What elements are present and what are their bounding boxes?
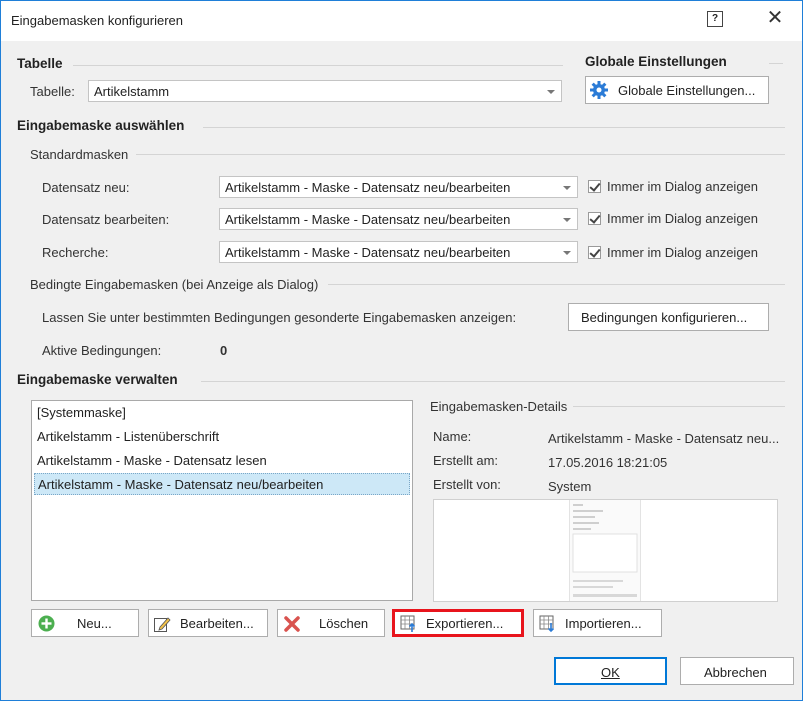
recherche-value: Artikelstamm - Maske - Datensatz neu/bea… [225, 245, 511, 260]
section-title-verwalten: Eingabemaske verwalten [17, 372, 178, 387]
gear-icon [589, 80, 609, 103]
bedingungen-konfigurieren-button[interactable]: Bedingungen konfigurieren... [568, 303, 769, 331]
datensatz-bearbeiten-label: Datensatz bearbeiten: [42, 212, 170, 227]
edit-icon [153, 615, 171, 636]
aktive-bedingungen-label: Aktive Bedingungen: [42, 343, 162, 358]
tabelle-label: Tabelle: [30, 84, 75, 99]
bedingungen-konfigurieren-label: Bedingungen konfigurieren... [581, 310, 748, 325]
ok-button[interactable]: OK [554, 657, 667, 685]
bedingt-title: Bedingte Eingabemasken (bei Anzeige als … [30, 277, 319, 292]
neu-button-label: Neu... [77, 616, 112, 631]
exportieren-button-label: Exportieren... [426, 616, 504, 631]
window-title: Eingabemasken konfigurieren [11, 13, 183, 28]
created-value: 17.05.2016 18:21:05 [548, 455, 668, 470]
global-settings-button[interactable]: Globale Einstellungen... [585, 76, 769, 104]
created-label: Erstellt am: [433, 453, 499, 468]
check-icon [589, 246, 601, 258]
cancel-button[interactable]: Abbrechen [680, 657, 794, 685]
bearbeiten-button[interactable]: Bearbeiten... [148, 609, 268, 637]
divider [573, 406, 785, 407]
ok-button-label: OK [601, 665, 620, 680]
recherche-checkbox[interactable] [588, 246, 601, 259]
datensatz-neu-check-label: Immer im Dialog anzeigen [607, 179, 759, 194]
divider [328, 284, 785, 285]
recherche-check-label: Immer im Dialog anzeigen [607, 245, 759, 260]
add-icon [38, 615, 55, 635]
list-item[interactable]: Artikelstamm - Maske - Datensatz lesen [34, 450, 410, 472]
datensatz-bearbeiten-checkbox[interactable] [588, 212, 601, 225]
datensatz-bearbeiten-check-label: Immer im Dialog anzeigen [607, 211, 759, 226]
datensatz-neu-value: Artikelstamm - Maske - Datensatz neu/bea… [225, 180, 511, 195]
divider [73, 65, 563, 66]
help-icon[interactable]: ? [707, 11, 723, 27]
datensatz-neu-checkbox[interactable] [588, 180, 601, 193]
datensatz-neu-select[interactable]: Artikelstamm - Maske - Datensatz neu/bea… [219, 176, 578, 198]
close-icon[interactable]: ✕ [765, 8, 785, 28]
author-label: Erstellt von: [433, 477, 501, 492]
datensatz-neu-label: Datensatz neu: [42, 180, 130, 195]
list-item[interactable]: Artikelstamm - Listenüberschrift [34, 426, 410, 448]
cancel-button-label: Abbrechen [704, 665, 767, 680]
datensatz-bearbeiten-select[interactable]: Artikelstamm - Maske - Datensatz neu/bea… [219, 208, 578, 230]
name-label: Name: [433, 429, 472, 444]
section-title-global: Globale Einstellungen [585, 54, 727, 69]
tabelle-select[interactable]: Artikelstamm [88, 80, 562, 102]
chevron-down-icon [547, 90, 555, 94]
divider [136, 154, 785, 155]
chevron-down-icon [563, 218, 571, 222]
details-title: Eingabemasken-Details [430, 399, 568, 414]
author-value: System [548, 479, 592, 494]
chevron-down-icon [563, 251, 571, 255]
standardmasken-title: Standardmasken [30, 147, 129, 162]
neu-button[interactable]: Neu... [31, 609, 139, 637]
divider [769, 63, 783, 64]
tabelle-select-value: Artikelstamm [94, 84, 170, 99]
global-settings-button-label: Globale Einstellungen... [618, 83, 756, 98]
title-bar: Eingabemasken konfigurieren ? ✕ [1, 1, 802, 41]
name-value: Artikelstamm - Maske - Datensatz neu... [548, 431, 780, 446]
exportieren-button[interactable]: Exportieren... [392, 609, 524, 637]
export-icon [400, 615, 418, 636]
bedingt-description: Lassen Sie unter bestimmten Bedingungen … [42, 310, 517, 325]
section-title-auswahl: Eingabemaske auswählen [17, 118, 185, 133]
datensatz-bearbeiten-value: Artikelstamm - Maske - Datensatz neu/bea… [225, 212, 511, 227]
delete-icon [284, 616, 300, 635]
import-icon [539, 615, 557, 636]
importieren-button-label: Importieren... [565, 616, 642, 631]
recherche-label: Recherche: [42, 245, 109, 260]
mask-preview [433, 499, 778, 602]
chevron-down-icon [563, 186, 571, 190]
preview-thumbnail [569, 500, 641, 601]
loeschen-button[interactable]: Löschen [277, 609, 385, 637]
importieren-button[interactable]: Importieren... [533, 609, 662, 637]
section-title-tabelle: Tabelle [17, 56, 63, 71]
bearbeiten-button-label: Bearbeiten... [180, 616, 254, 631]
dialog-body: Tabelle Tabelle: Artikelstamm Globale Ei… [1, 41, 802, 700]
check-icon [589, 180, 601, 192]
mask-listbox[interactable]: [Systemmaske] Artikelstamm - Listenübers… [31, 400, 413, 601]
recherche-select[interactable]: Artikelstamm - Maske - Datensatz neu/bea… [219, 241, 578, 263]
divider [201, 381, 785, 382]
list-item[interactable]: [Systemmaske] [34, 402, 410, 424]
divider [203, 127, 785, 128]
check-icon [589, 212, 601, 224]
aktive-bedingungen-value: 0 [220, 343, 228, 358]
list-item-selected[interactable]: Artikelstamm - Maske - Datensatz neu/bea… [34, 473, 410, 495]
dialog-window: Eingabemasken konfigurieren ? ✕ Tabelle … [0, 0, 803, 701]
loeschen-button-label: Löschen [319, 616, 369, 631]
